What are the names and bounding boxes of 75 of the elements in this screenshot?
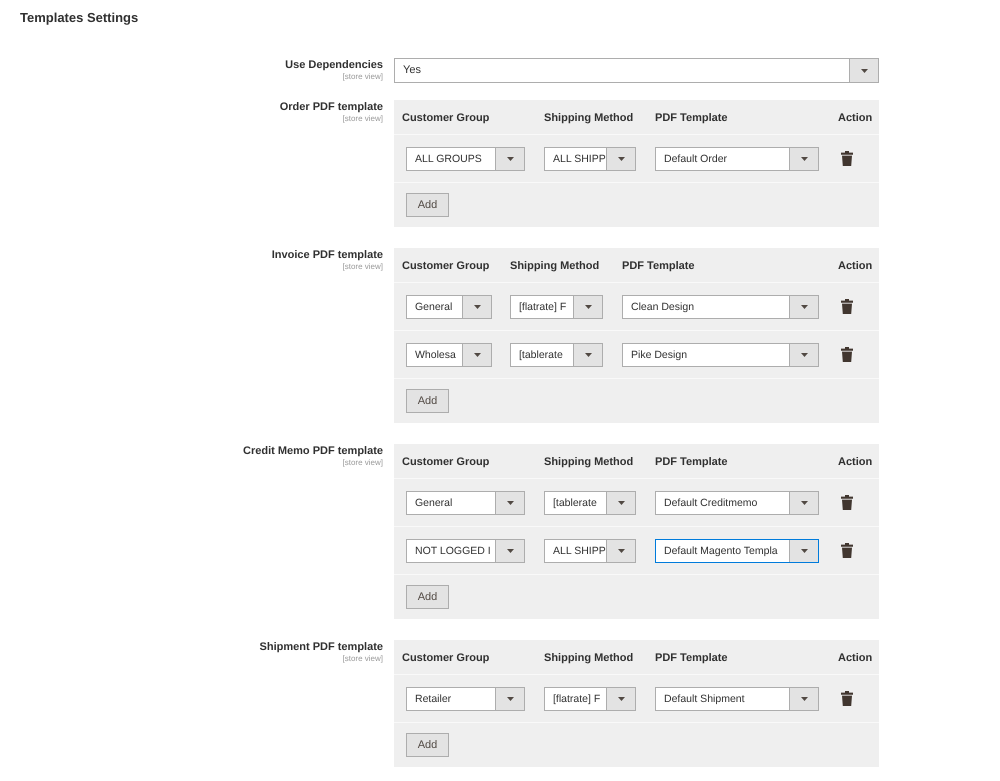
- column-header: Shipping Method: [510, 260, 600, 273]
- caret-icon: [584, 352, 592, 356]
- pdf-template-select[interactable]: Clean Design: [622, 294, 819, 318]
- trash-icon[interactable]: [841, 495, 853, 510]
- field-label: Use Dependencies: [285, 59, 383, 72]
- pdf-template-select[interactable]: Default Order: [655, 146, 819, 170]
- add-button[interactable]: Add: [406, 389, 449, 413]
- caret-icon: [618, 696, 624, 700]
- add-button[interactable]: Add: [406, 193, 449, 217]
- customer-group-select[interactable]: Retailer: [406, 686, 525, 710]
- column-header: PDF Template: [655, 112, 728, 125]
- shipping-method-select[interactable]: ALL SHIPP: [544, 146, 636, 170]
- column-header: Customer Group: [402, 260, 490, 273]
- column-header: Action: [838, 260, 872, 273]
- shipping-method-select[interactable]: [flatrate] F: [510, 294, 603, 318]
- caret-icon: [800, 352, 808, 356]
- customer-group-select[interactable]: ALL GROUPS: [406, 146, 525, 170]
- shipping-method-select[interactable]: [tablerate: [510, 342, 603, 366]
- customer-group-select[interactable]: General: [406, 490, 525, 514]
- caret-icon: [800, 696, 808, 700]
- shipping-method-select[interactable]: [flatrate] F: [544, 686, 636, 710]
- field-label: Credit Memo PDF template: [243, 445, 383, 458]
- caret-icon: [618, 548, 624, 552]
- column-header: Customer Group: [402, 456, 490, 469]
- column-header: Shipping Method: [544, 652, 634, 665]
- add-button[interactable]: Add: [406, 585, 449, 609]
- scope-label: [store view]: [342, 262, 383, 272]
- pdf-template-select[interactable]: Default Shipment: [655, 686, 819, 710]
- column-header: Shipping Method: [544, 112, 634, 125]
- pdf-template-select[interactable]: Pike Design: [622, 342, 819, 366]
- caret-icon: [506, 696, 514, 700]
- trash-icon[interactable]: [841, 347, 853, 362]
- scope-label: [store view]: [342, 458, 383, 468]
- caret-icon: [618, 500, 624, 504]
- trash-icon[interactable]: [841, 299, 853, 314]
- caret-icon: [474, 352, 480, 356]
- column-header: Action: [838, 652, 872, 665]
- trash-icon[interactable]: [841, 543, 853, 558]
- caret-icon: [618, 156, 624, 160]
- dependencies-select[interactable]: Yes: [394, 58, 879, 83]
- field-label: Shipment PDF template: [260, 641, 383, 654]
- shipping-method-select[interactable]: [tablerate: [544, 490, 636, 514]
- column-header: PDF Template: [622, 260, 695, 273]
- column-header: Action: [838, 112, 872, 125]
- column-header: PDF Template: [655, 456, 728, 469]
- trash-icon[interactable]: [841, 691, 853, 706]
- scope-label: [store view]: [342, 72, 383, 82]
- caret-icon: [506, 156, 514, 160]
- shipping-method-select[interactable]: ALL SHIPP: [544, 538, 636, 562]
- field-label: Invoice PDF template: [272, 249, 383, 262]
- column-header: Customer Group: [402, 112, 490, 125]
- column-header: Shipping Method: [544, 456, 634, 469]
- caret-icon: [860, 68, 868, 72]
- caret-icon: [800, 156, 808, 160]
- pdf-template-select[interactable]: Default Magento Templa: [655, 538, 819, 562]
- caret-icon: [584, 304, 592, 308]
- customer-group-select[interactable]: NOT LOGGED I: [406, 538, 525, 562]
- column-header: PDF Template: [655, 652, 728, 665]
- trash-icon[interactable]: [841, 151, 853, 166]
- caret-icon: [474, 304, 480, 308]
- section-title: Templates Settings: [20, 9, 138, 26]
- column-header: Action: [838, 456, 872, 469]
- add-button[interactable]: Add: [406, 733, 449, 757]
- caret-icon: [800, 500, 808, 504]
- customer-group-select[interactable]: General: [406, 294, 492, 318]
- customer-group-select[interactable]: Wholesa: [406, 342, 492, 366]
- caret-icon: [506, 500, 514, 504]
- caret-icon: [506, 548, 514, 552]
- caret-icon: [800, 548, 808, 552]
- scope-label: [store view]: [342, 654, 383, 664]
- pdf-template-select[interactable]: Default Creditmemo: [655, 490, 819, 514]
- caret-icon: [800, 304, 808, 308]
- column-header: Customer Group: [402, 652, 490, 665]
- scope-label: [store view]: [342, 114, 383, 124]
- field-label: Order PDF template: [280, 101, 383, 114]
